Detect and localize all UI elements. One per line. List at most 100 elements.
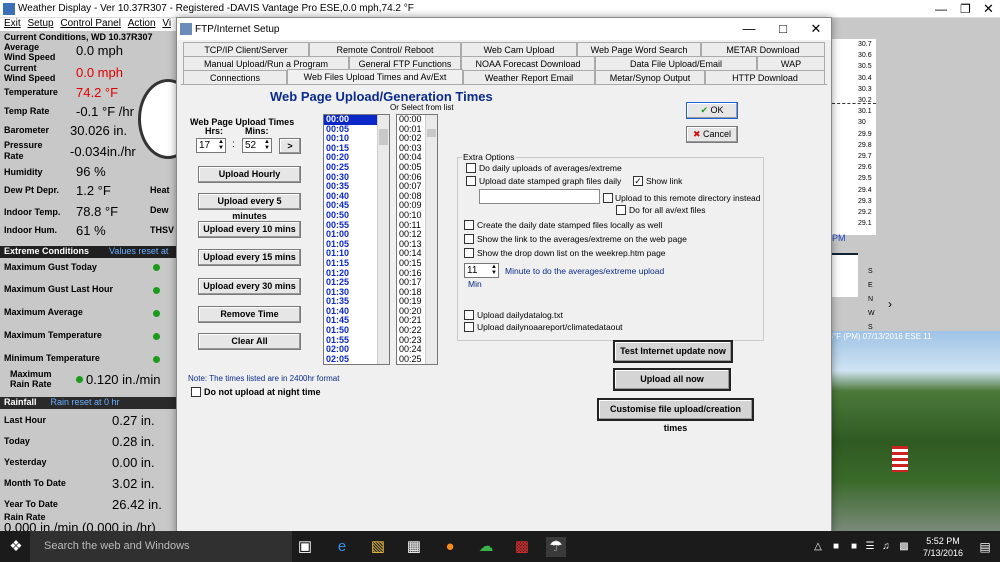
remote-dir-input[interactable]: [479, 189, 600, 204]
windows-start-icon[interactable]: ❖: [6, 537, 26, 557]
tab-web-files-upload[interactable]: Web Files Upload Times and Av/Ext: [287, 69, 463, 85]
pressure-rate-label: Pressure Rate: [4, 140, 43, 161]
create-local-checkbox[interactable]: [464, 220, 474, 230]
app-icon-green[interactable]: ☁: [476, 537, 496, 557]
tab-connections[interactable]: Connections: [183, 70, 287, 84]
minute-stepper[interactable]: 11 ▲ ▼: [464, 263, 499, 278]
upload-10min-button[interactable]: Upload every 10 mins: [198, 221, 301, 238]
maximize-icon[interactable]: □: [766, 20, 800, 38]
upload-30min-button[interactable]: Upload every 30 mins: [198, 278, 301, 295]
dropdown-weekrep-label: Show the drop down list on the weekrep.h…: [477, 248, 666, 258]
clear-all-button[interactable]: Clear All: [198, 333, 301, 350]
no-night-upload-checkbox[interactable]: [191, 387, 201, 397]
all-avext-checkbox[interactable]: [616, 205, 626, 215]
show-link-label: Show link: [646, 176, 683, 186]
minutes-stepper[interactable]: 52 ▲ ▼: [242, 138, 272, 153]
selected-times-list[interactable]: 00:00 00:05 00:10 00:15 00:20 00:25 00:30 00:35…: [323, 114, 390, 365]
menu-control-panel[interactable]: Control Panel: [60, 18, 121, 29]
axis-label: 30.6: [858, 52, 872, 60]
hours-stepper[interactable]: 17 ▲ ▼: [196, 138, 226, 153]
max-temp-label: Maximum Temperature: [4, 330, 102, 340]
menu-setup[interactable]: Setup: [27, 18, 53, 29]
firefox-icon[interactable]: ●: [440, 537, 460, 557]
tab-wap[interactable]: WAP: [757, 56, 825, 70]
right-panel: 30.7 30.6 30.5 30.4 30.3 30.2 30.1 30 29.9 29.8 29…: [822, 31, 1000, 531]
chevron-right-icon[interactable]: ›: [888, 297, 892, 311]
scrollbar[interactable]: [377, 115, 389, 364]
barometer-value: 30.026 in.: [70, 123, 128, 138]
tab-manual-upload[interactable]: Manual Upload/Run a Program: [183, 56, 349, 70]
axis-label: 30: [858, 119, 866, 127]
test-internet-button[interactable]: Test Internet update now: [613, 340, 733, 363]
remote-dir-checkbox[interactable]: [603, 193, 613, 203]
minimize-icon[interactable]: —: [732, 20, 766, 38]
task-view-icon[interactable]: ▣: [295, 537, 315, 557]
barometer-label: Barometer: [4, 125, 50, 135]
dialog-title-bar: FTP/Internet Setup — □ ✕: [177, 18, 831, 40]
remote-dir-label: Upload to this remote directory instead: [615, 193, 761, 203]
ok-button[interactable]: ✔ OK: [686, 102, 738, 119]
tab-metar-synop[interactable]: Metar/Synop Output: [595, 70, 705, 84]
axis-label: 29.4: [858, 186, 872, 194]
minimize-icon[interactable]: —: [935, 2, 947, 16]
close-icon[interactable]: ✕: [799, 20, 833, 38]
button-label: Upload Hourly: [218, 169, 281, 179]
no-night-upload-label: Do not upload at night time: [204, 387, 321, 397]
tab-http-download[interactable]: HTTP Download: [705, 70, 825, 84]
show-link-checkbox[interactable]: ✓: [633, 176, 643, 186]
restore-icon[interactable]: ❐: [960, 2, 971, 16]
upload-all-button[interactable]: Upload all now: [613, 368, 731, 391]
tab-weather-report-email[interactable]: Weather Report Email: [463, 70, 595, 84]
weather-display-taskbar-icon[interactable]: ☂: [546, 537, 566, 557]
upload-5min-button[interactable]: Upload every 5 minutes: [198, 193, 301, 221]
add-time-button[interactable]: >: [279, 138, 301, 154]
taskbar-search[interactable]: Search the web and Windows: [30, 531, 292, 562]
stepper-arrows-icon[interactable]: ▲ ▼: [491, 264, 497, 276]
tray-icon[interactable]: ■: [826, 537, 846, 557]
menu-exit[interactable]: Exit: [4, 18, 21, 29]
menu-action[interactable]: Action: [128, 18, 156, 29]
available-times-list[interactable]: 00:00 00:01 00:02 00:03 00:04 00:05 00:06 00:07…: [396, 114, 438, 365]
file-explorer-icon[interactable]: ▧: [368, 537, 388, 557]
scroll-thumb[interactable]: [427, 129, 436, 137]
axis-label: 29.6: [858, 164, 872, 172]
tab-data-file-upload[interactable]: Data File Upload/Email: [595, 56, 757, 70]
notification-icon[interactable]: ▩: [894, 537, 914, 557]
stepper-arrows-icon[interactable]: ▲ ▼: [218, 139, 224, 151]
noaa-report-checkbox[interactable]: [464, 322, 474, 332]
tab-noaa-forecast[interactable]: NOAA Forecast Download: [461, 56, 595, 70]
action-center-icon[interactable]: ▤: [975, 537, 995, 557]
volume-icon[interactable]: ♫: [876, 537, 896, 557]
tab-word-search[interactable]: Web Page Word Search: [577, 42, 701, 56]
store-icon[interactable]: ▦: [404, 537, 424, 557]
datalog-checkbox[interactable]: [464, 310, 474, 320]
taskbar-clock[interactable]: 5:52 PM 7/13/2016: [918, 535, 968, 559]
tab-webcam-upload[interactable]: Web Cam Upload: [461, 42, 577, 56]
customise-upload-button[interactable]: Customise file upload/creation times: [597, 398, 754, 433]
tab-remote-control[interactable]: Remote Control/ Reboot: [309, 42, 461, 56]
remove-time-button[interactable]: Remove Time: [198, 306, 301, 323]
tab-tcpip[interactable]: TCP/IP Client/Server: [183, 42, 309, 56]
tab-metar-download[interactable]: METAR Download: [701, 42, 825, 56]
max-gust-today-label: Maximum Gust Today: [4, 262, 97, 272]
daily-avg-checkbox[interactable]: [466, 163, 476, 173]
menu-view[interactable]: Vi: [162, 18, 171, 29]
tray-up-icon[interactable]: △: [808, 537, 828, 557]
date-graph-checkbox[interactable]: [466, 176, 476, 186]
scroll-thumb[interactable]: [379, 129, 388, 145]
dropdown-weekrep-checkbox[interactable]: [464, 248, 474, 258]
edge-browser-icon[interactable]: e: [332, 537, 352, 557]
axis-label: 30.7: [858, 41, 872, 48]
upload-15min-button[interactable]: Upload every 15 mins: [198, 249, 301, 266]
axis-label: 29.7: [858, 153, 872, 161]
status-dot: [153, 333, 160, 340]
stepper-arrows-icon[interactable]: ▲ ▼: [264, 139, 270, 151]
close-icon[interactable]: ✕: [983, 1, 994, 17]
show-link-web-checkbox[interactable]: [464, 234, 474, 244]
cancel-button[interactable]: ✖ Cancel: [686, 126, 738, 143]
upload-hourly-button[interactable]: Upload Hourly: [198, 166, 301, 183]
chart-app-icon[interactable]: ▩: [512, 537, 532, 557]
scrollbar[interactable]: [425, 115, 437, 364]
tab-general-ftp[interactable]: General FTP Functions: [349, 56, 461, 70]
axis-label: 29.5: [858, 175, 872, 183]
